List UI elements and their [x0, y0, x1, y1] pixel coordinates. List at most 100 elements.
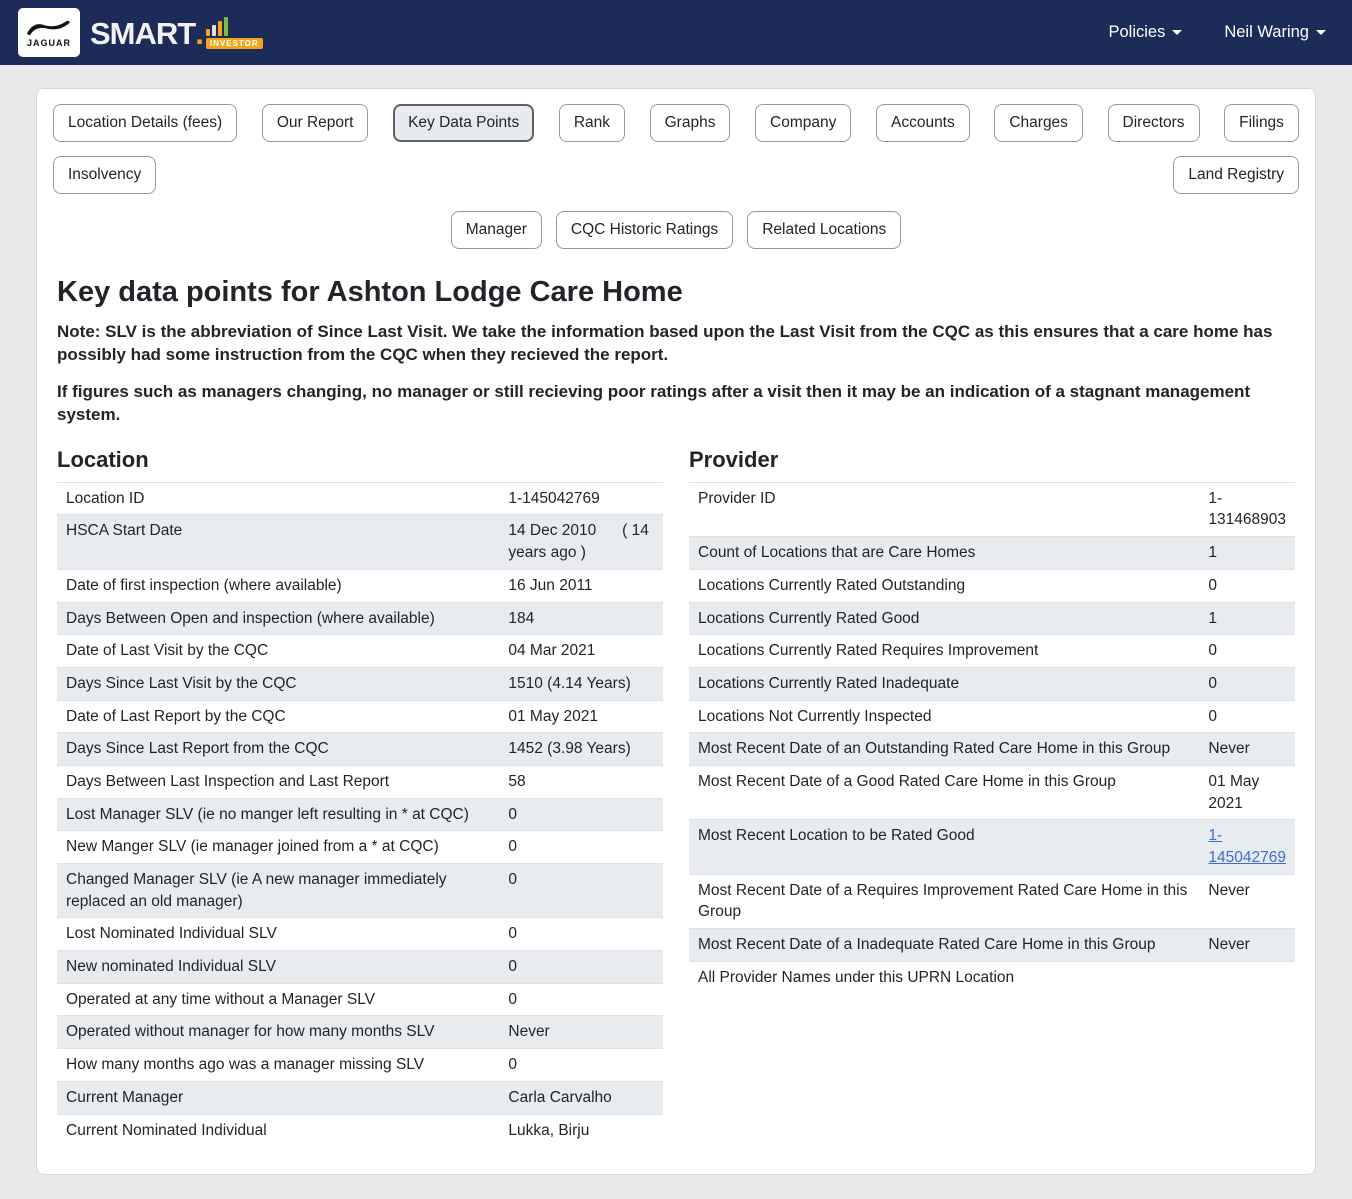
tab-button[interactable]: Location Details (fees)	[53, 104, 237, 142]
smart-logo-stack: INVESTOR	[206, 16, 263, 49]
table-row: Locations Currently Rated Outstanding 0	[689, 569, 1295, 602]
row-label: Most Recent Location to be Rated Good	[689, 820, 1199, 874]
row-value: 01 May 2021	[1208, 773, 1259, 812]
row-value-cell: Carla Carvalho	[499, 1081, 663, 1114]
row-value: 16 Jun 2011	[508, 577, 592, 594]
row-label: HSCA Start Date	[57, 515, 499, 569]
row-value: 1	[1208, 544, 1217, 561]
brand: JAGUAR SMART . INVESTOR	[18, 8, 263, 57]
jaguar-logo[interactable]: JAGUAR	[18, 8, 80, 57]
row-label: Most Recent Date of a Good Rated Care Ho…	[689, 765, 1199, 819]
row-value-cell: 1	[1199, 537, 1295, 570]
row-value: 0	[1208, 708, 1217, 725]
policies-label: Policies	[1108, 23, 1165, 42]
row-label: Most Recent Date of a Inadequate Rated C…	[689, 929, 1199, 962]
row-value: 1510 (4.14 Years)	[508, 675, 630, 692]
table-row: New nominated Individual SLV 0	[57, 951, 663, 984]
tab-button[interactable]: Manager	[451, 211, 542, 249]
page-title: Key data points for Ashton Lodge Care Ho…	[57, 276, 1295, 309]
row-label: Locations Currently Rated Inadequate	[689, 667, 1199, 700]
tab-button[interactable]: Accounts	[876, 104, 970, 142]
table-row: How many months ago was a manager missin…	[57, 1049, 663, 1082]
tab-button[interactable]: Graphs	[650, 104, 731, 142]
row-value-link[interactable]: 1-145042769	[1208, 827, 1286, 866]
tab-button[interactable]: Our Report	[262, 104, 369, 142]
row-label: Provider ID	[689, 482, 1199, 536]
provider-column: Provider Provider ID 1-131468903	[689, 437, 1295, 1146]
nav-links: Policies Neil Waring	[1108, 23, 1334, 42]
table-row: Days Since Last Visit by the CQC 1510 (4…	[57, 667, 663, 700]
table-row: Date of Last Visit by the CQC 04 Mar 202…	[57, 635, 663, 668]
row-label: New nominated Individual SLV	[57, 951, 499, 984]
row-value-cell: 1510 (4.14 Years)	[499, 667, 663, 700]
row-value-cell: 1	[1199, 602, 1295, 635]
table-row: Provider ID 1-131468903	[689, 482, 1295, 536]
row-value: 1-131468903	[1208, 490, 1286, 529]
row-value: 0	[508, 838, 517, 855]
row-label: Locations Currently Rated Outstanding	[689, 569, 1199, 602]
tab-button[interactable]: Filings	[1224, 104, 1299, 142]
tab-button[interactable]: Related Locations	[747, 211, 901, 249]
note-stagnant: If figures such as managers changing, no…	[57, 381, 1295, 427]
row-value-cell: Never	[499, 1016, 663, 1049]
note-slv: Note: SLV is the abbreviation of Since L…	[57, 321, 1295, 367]
table-row: Current Manager Carla Carvalho	[57, 1081, 663, 1114]
row-value-cell: 1-145042769	[499, 482, 663, 515]
chart-bars-icon	[206, 16, 228, 36]
table-row: Date of first inspection (where availabl…	[57, 569, 663, 602]
content-card: Location Details (fees) Our Report Key D…	[36, 88, 1316, 1175]
row-label: Most Recent Date of an Outstanding Rated…	[689, 733, 1199, 766]
policies-dropdown[interactable]: Policies	[1108, 23, 1182, 42]
row-value-cell: 0	[499, 864, 663, 918]
table-row: Locations Not Currently Inspected 0	[689, 700, 1295, 733]
tab-button[interactable]: Key Data Points	[393, 104, 534, 142]
row-label: Locations Currently Rated Good	[689, 602, 1199, 635]
row-value-cell: Never	[1199, 874, 1295, 928]
row-value: Never	[1208, 936, 1249, 953]
table-row: Location ID 1-145042769	[57, 482, 663, 515]
tab-button[interactable]: Insolvency	[53, 156, 156, 194]
row-label: Location ID	[57, 482, 499, 515]
row-value: 0	[508, 958, 517, 975]
smart-logo-dot: .	[195, 18, 204, 49]
row-value-cell: 0	[1199, 635, 1295, 668]
tab-button[interactable]: Land Registry	[1173, 156, 1299, 194]
user-dropdown[interactable]: Neil Waring	[1224, 23, 1326, 42]
row-value: 0	[508, 871, 517, 888]
tab-button[interactable]: Rank	[559, 104, 625, 142]
table-row: Lost Nominated Individual SLV 0	[57, 918, 663, 951]
table-row: Count of Locations that are Care Homes 1	[689, 537, 1295, 570]
table-row: Locations Currently Rated Good 1	[689, 602, 1295, 635]
row-value-cell: 0	[499, 1049, 663, 1082]
tab-button[interactable]: Directors	[1108, 104, 1200, 142]
tab-row-2: Manager CQC Historic Ratings Related Loc…	[53, 211, 1299, 249]
row-value: 0	[1208, 642, 1217, 659]
table-row: Most Recent Date of a Inadequate Rated C…	[689, 929, 1295, 962]
tab-button[interactable]: Company	[755, 104, 851, 142]
row-label: All Provider Names under this UPRN Locat…	[689, 961, 1199, 993]
row-value: 0	[1208, 577, 1217, 594]
jaguar-logo-text: JAGUAR	[27, 38, 71, 48]
tab-button[interactable]: CQC Historic Ratings	[556, 211, 733, 249]
row-label: Days Between Last Inspection and Last Re…	[57, 765, 499, 798]
row-value-cell: 01 May 2021	[499, 700, 663, 733]
smart-investor-logo[interactable]: SMART . INVESTOR	[90, 16, 263, 49]
location-table: Location ID 1-145042769 HSCA Start Date …	[57, 482, 663, 1146]
tab-button[interactable]: Charges	[994, 104, 1083, 142]
row-value: 1-145042769	[508, 490, 599, 507]
row-value-cell: 16 Jun 2011	[499, 569, 663, 602]
row-label: Count of Locations that are Care Homes	[689, 537, 1199, 570]
table-row: Current Nominated Individual Lukka, Birj…	[57, 1114, 663, 1146]
tab-row-1: Location Details (fees) Our Report Key D…	[53, 104, 1299, 194]
table-row: Days Since Last Report from the CQC 1452…	[57, 733, 663, 766]
row-value: 0	[508, 925, 517, 942]
smart-logo-text: SMART	[90, 18, 195, 49]
row-value-cell: 1-145042769	[1199, 820, 1295, 874]
row-value-cell: 0	[499, 831, 663, 864]
row-value: Never	[1208, 882, 1249, 899]
row-value-cell: 0	[1199, 667, 1295, 700]
row-value-cell: 0	[499, 798, 663, 831]
row-value-cell: 58	[499, 765, 663, 798]
row-value: 01 May 2021	[508, 708, 598, 725]
jaguar-cat-icon	[24, 18, 74, 37]
